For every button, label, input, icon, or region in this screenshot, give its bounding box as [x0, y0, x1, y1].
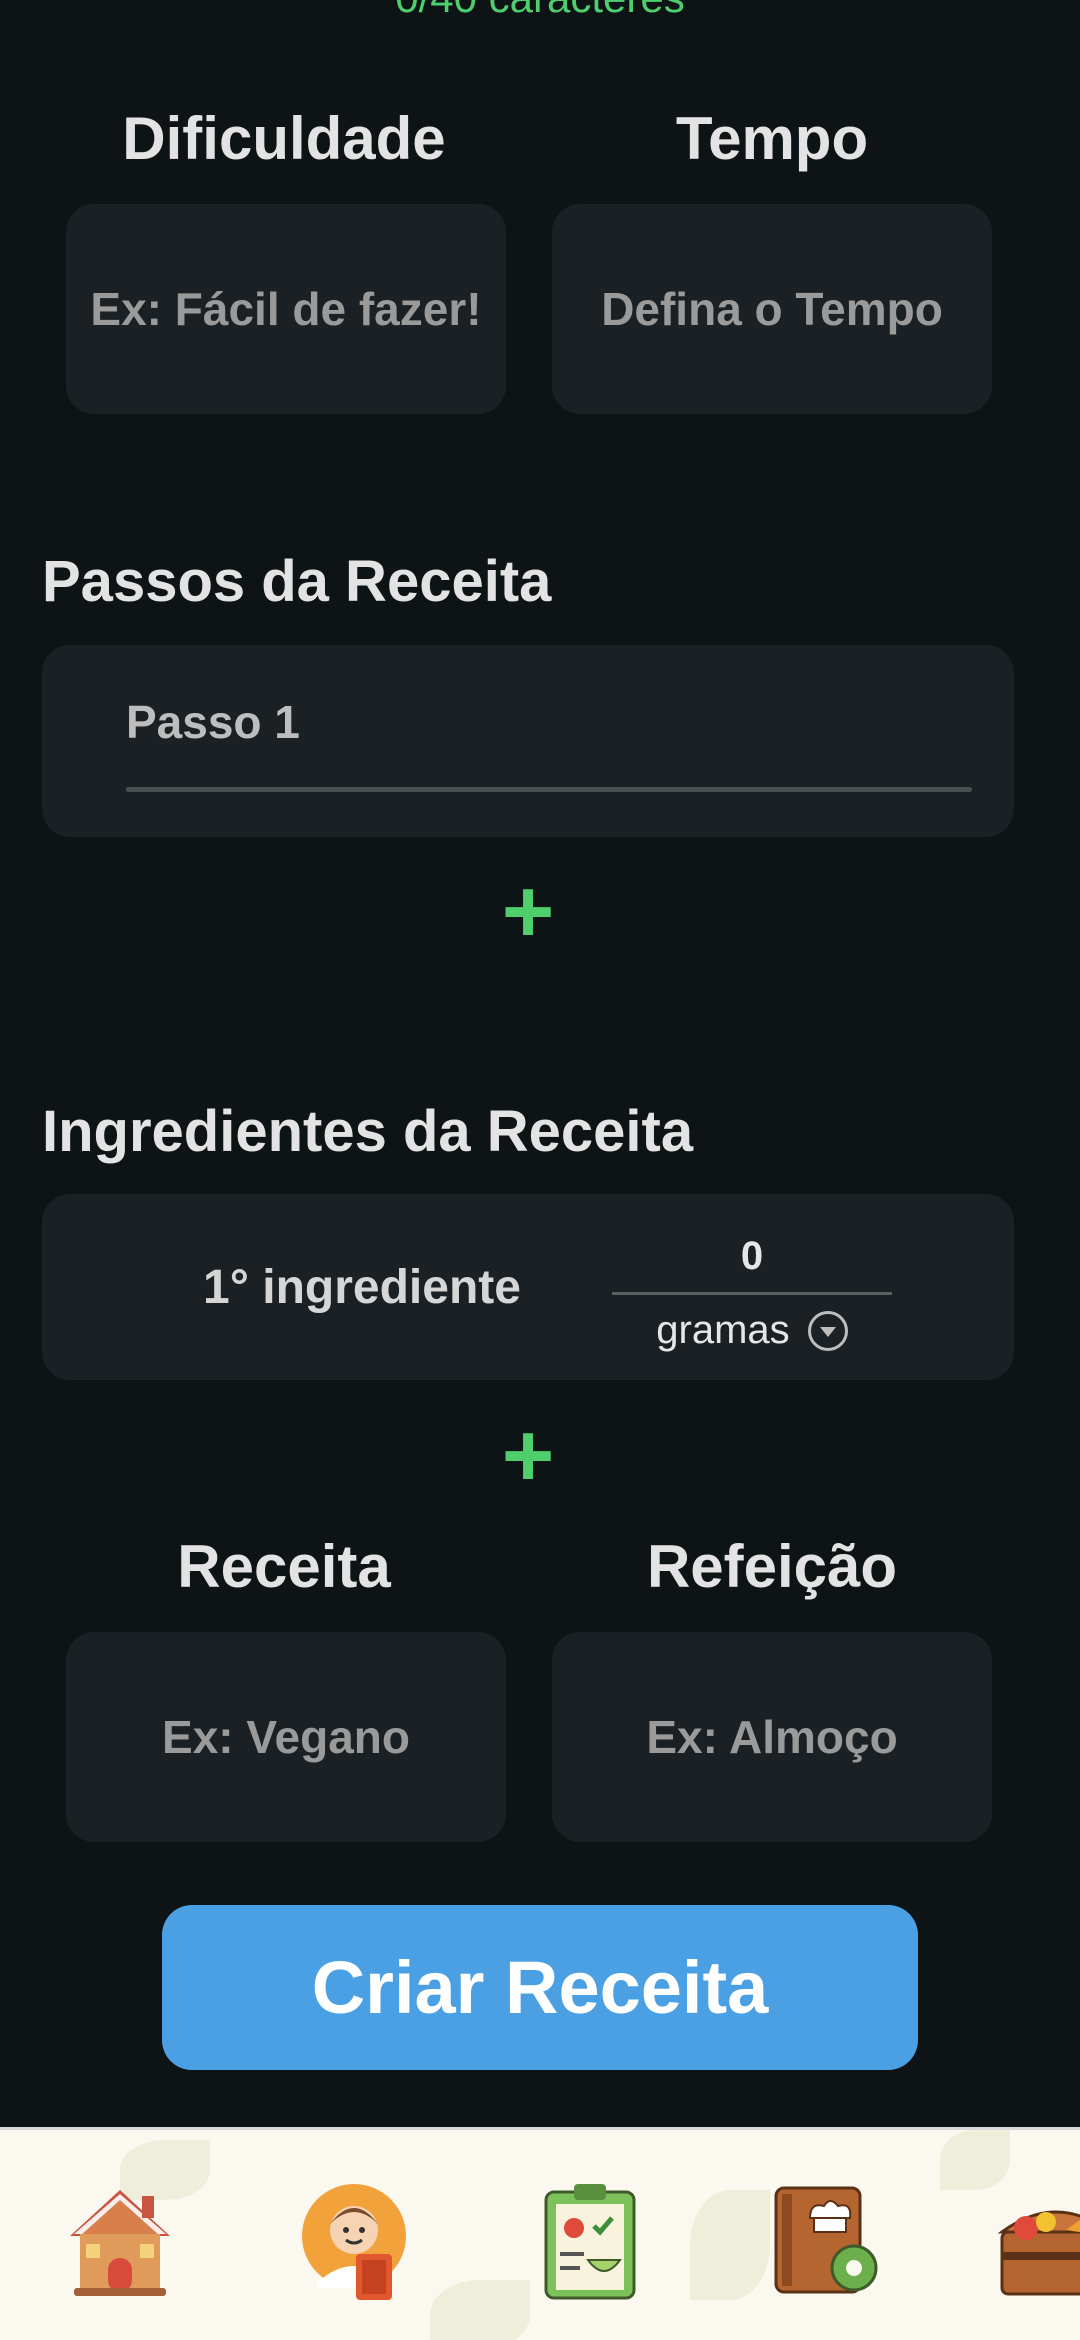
meal-plan-clipboard-icon [544, 2184, 636, 2300]
food-chest-icon [997, 2210, 1080, 2296]
background-leaf-decoration [690, 2190, 770, 2300]
meal-placeholder: Ex: Almoço [646, 1711, 898, 1763]
recipe-type-placeholder: Ex: Vegano [162, 1711, 410, 1763]
nav-recipe-book-settings[interactable] [766, 2178, 886, 2302]
chef-avatar-icon [302, 2184, 406, 2300]
nav-pantry[interactable] [996, 2178, 1080, 2302]
step-input-underline [126, 787, 972, 792]
nav-meal-plan[interactable] [530, 2178, 650, 2302]
bottom-navigation-bar [0, 2127, 1080, 2340]
ingredient-name-input[interactable]: 1° ingrediente [122, 1260, 602, 1315]
create-recipe-screen: 0/40 caracteres Dificuldade Tempo Ex: Fá… [0, 0, 1080, 2340]
ingredient-unit-dropdown[interactable]: gramas [612, 1308, 892, 1353]
ingredient-unit-value: gramas [656, 1308, 790, 1352]
time-label: Tempo [675, 105, 869, 172]
time-placeholder: Defina o Tempo [601, 283, 943, 335]
add-step-button[interactable]: + [488, 867, 568, 957]
step-card[interactable]: Passo 1 [42, 645, 1014, 837]
meal-field[interactable]: Ex: Almoço [552, 1632, 992, 1842]
step-input[interactable]: Passo 1 [126, 695, 300, 749]
meal-label: Refeição [646, 1533, 898, 1600]
difficulty-field[interactable]: Ex: Fácil de fazer! [66, 204, 506, 414]
ingredients-section-title: Ingredientes da Receita [42, 1099, 694, 1164]
chevron-down-circle-icon [807, 1310, 848, 1351]
difficulty-label: Dificuldade [122, 105, 446, 172]
recipe-book-settings-icon [774, 2186, 878, 2294]
steps-section-title: Passos da Receita [42, 549, 552, 614]
create-recipe-button[interactable]: Criar Receita [162, 1905, 918, 2070]
recipe-type-label: Receita [177, 1533, 391, 1600]
recipe-type-field[interactable]: Ex: Vegano [66, 1632, 506, 1842]
ingredient-row: 1° ingrediente 0 gramas [42, 1194, 1014, 1380]
difficulty-placeholder: Ex: Fácil de fazer! [90, 283, 482, 335]
gingerbread-house-icon [70, 2190, 170, 2296]
time-field[interactable]: Defina o Tempo [552, 204, 992, 414]
background-leaf-decoration [430, 2280, 530, 2340]
add-ingredient-button[interactable]: + [488, 1411, 568, 1501]
nav-profile[interactable] [296, 2178, 416, 2302]
ingredient-quantity-underline [612, 1292, 892, 1295]
nav-home[interactable] [60, 2178, 180, 2302]
ingredient-quantity-input[interactable]: 0 [612, 1234, 892, 1279]
title-char-counter: 0/40 caracteres [0, 0, 1080, 22]
